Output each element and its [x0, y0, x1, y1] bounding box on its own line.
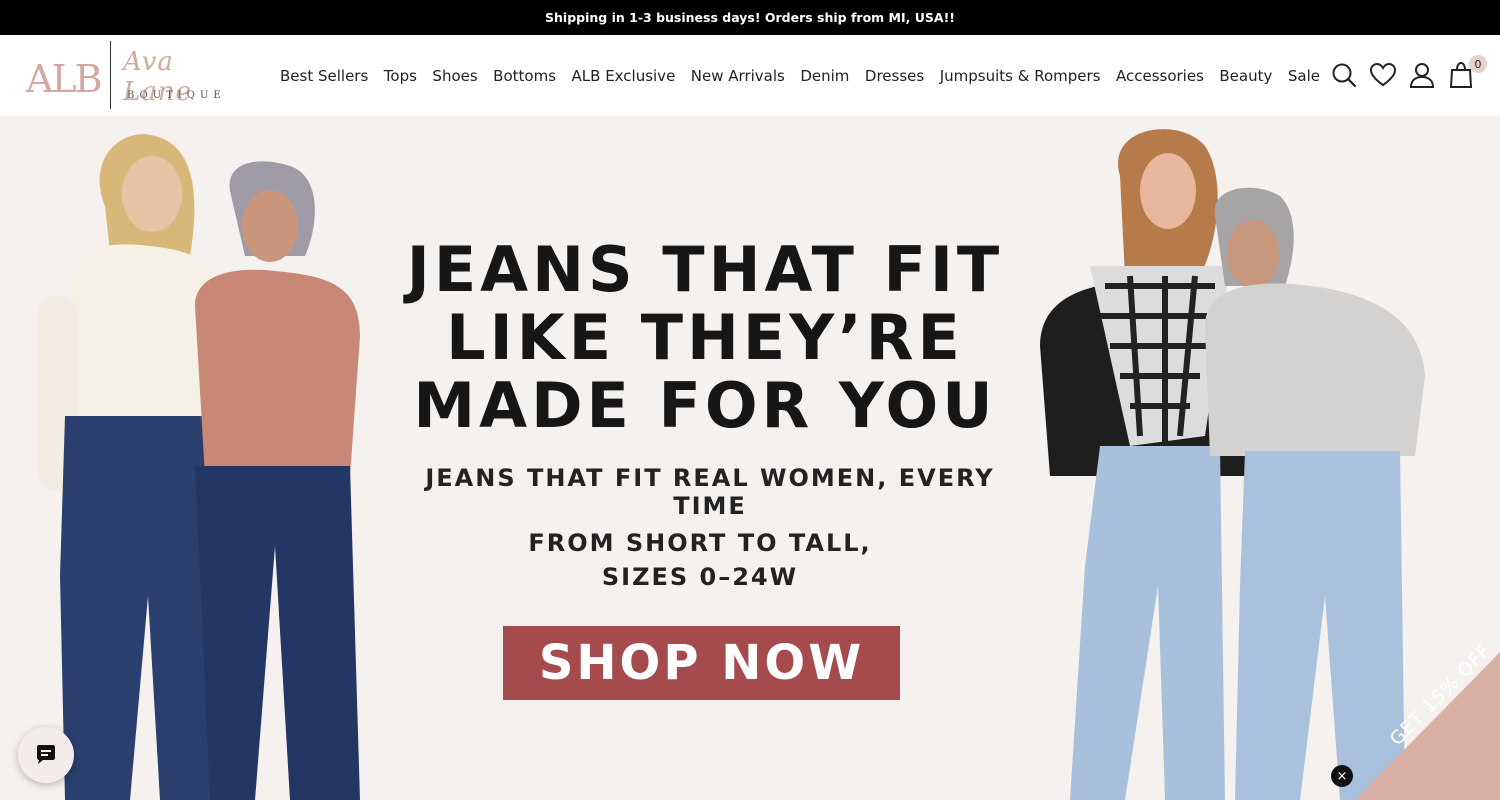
hero-detail: FROM SHORT TO TALL, SIZES 0–24W [460, 526, 940, 594]
announcement-text: Shipping in 1-3 business days! Orders sh… [545, 10, 955, 25]
chat-bubble-icon [37, 745, 55, 764]
headline-line-2: LIKE THEY’RE [446, 301, 964, 374]
heart-icon[interactable] [1369, 61, 1397, 89]
nav-best-sellers[interactable]: Best Sellers [280, 67, 368, 85]
shopping-bag-icon[interactable]: 0 [1447, 55, 1487, 89]
nav-denim[interactable]: Denim [800, 67, 849, 85]
hero-image-left-models [38, 134, 360, 800]
logo-divider [110, 41, 111, 109]
detail-line-2: SIZES 0–24W [601, 563, 799, 591]
nav-new-arrivals[interactable]: New Arrivals [691, 67, 785, 85]
hero-subheading: JEANS THAT FIT REAL WOMEN, EVERY TIME [425, 464, 995, 520]
cart-count-badge: 0 [1469, 55, 1487, 73]
nav-bottoms[interactable]: Bottoms [493, 67, 556, 85]
nav-accessories[interactable]: Accessories [1116, 67, 1204, 85]
search-icon[interactable] [1330, 61, 1358, 89]
user-icon[interactable] [1408, 61, 1436, 89]
site-logo[interactable]: ALB Ava Lane BOUTIQUE [24, 41, 244, 111]
headline-line-3: MADE FOR YOU [413, 369, 997, 442]
nav-beauty[interactable]: Beauty [1219, 67, 1272, 85]
nav-tops[interactable]: Tops [384, 67, 417, 85]
nav-alb-exclusive[interactable]: ALB Exclusive [572, 67, 676, 85]
logo-subtitle: BOUTIQUE [127, 90, 226, 101]
chat-button[interactable] [18, 727, 74, 783]
site-header: ALB Ava Lane BOUTIQUE Best Sellers Tops … [0, 35, 1500, 116]
nav-dresses[interactable]: Dresses [865, 67, 924, 85]
announcement-bar: Shipping in 1-3 business days! Orders sh… [0, 0, 1500, 35]
promo-close-button[interactable]: × [1331, 765, 1353, 787]
nav-jumpsuits-rompers[interactable]: Jumpsuits & Rompers [940, 67, 1101, 85]
hero-banner: JEANS THAT FIT LIKE THEY’RE MADE FOR YOU… [0, 116, 1500, 800]
detail-line-1: FROM SHORT TO TALL, [528, 529, 872, 557]
header-icons: 0 [1330, 55, 1487, 91]
nav-sale[interactable]: Sale [1288, 67, 1320, 85]
main-nav: Best Sellers Tops Shoes Bottoms ALB Excl… [280, 35, 1335, 116]
logo-mark: ALB [26, 57, 103, 101]
nav-shoes[interactable]: Shoes [432, 67, 477, 85]
headline-line-1: JEANS THAT FIT [406, 233, 1004, 306]
promo-ribbon[interactable] [1355, 652, 1500, 800]
shop-now-button[interactable]: SHOP NOW [503, 626, 900, 700]
hero-headline: JEANS THAT FIT LIKE THEY’RE MADE FOR YOU [400, 236, 1010, 440]
